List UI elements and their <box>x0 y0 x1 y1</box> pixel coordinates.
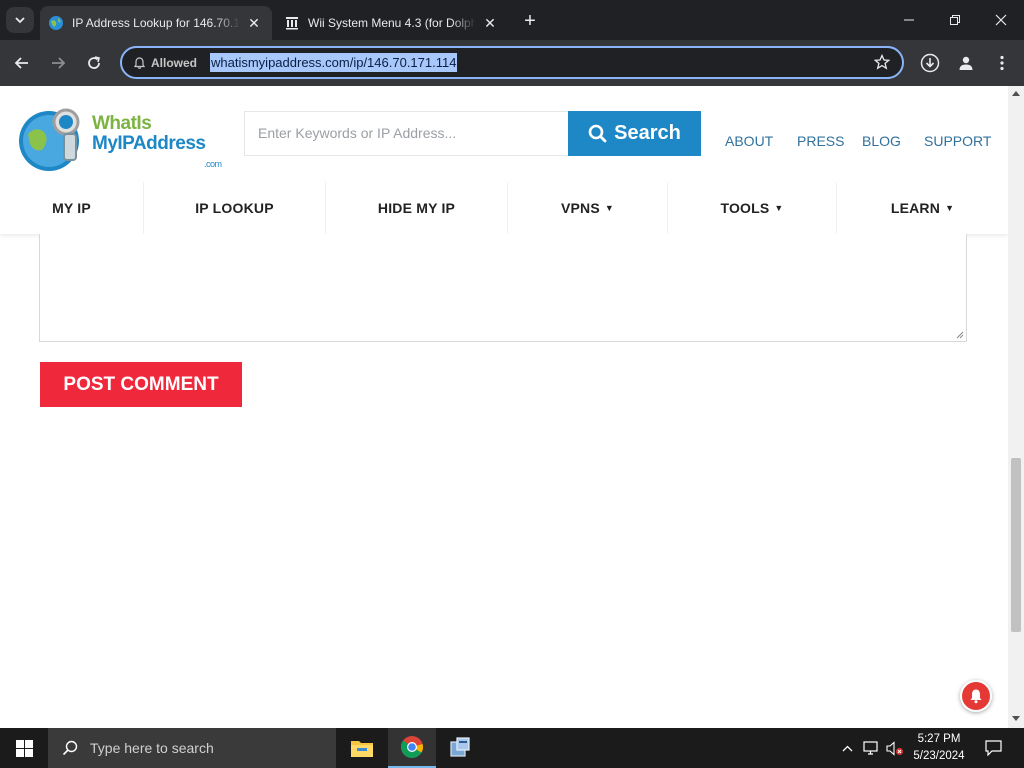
nav-hide-my-ip[interactable]: HIDE MY IP <box>326 182 508 234</box>
new-tab-button[interactable]: + <box>518 9 542 33</box>
tab-title: Wii System Menu 4.3 (for Dolphin) <box>308 16 476 30</box>
taskbar-file-explorer[interactable] <box>338 728 386 768</box>
volume-muted-icon[interactable] <box>884 728 906 768</box>
header-link-press[interactable]: PRESS <box>797 133 844 149</box>
downloads-button[interactable] <box>916 49 944 77</box>
tab-title: IP Address Lookup for 146.70.171.114 <box>72 16 240 30</box>
comment-textarea[interactable] <box>39 234 967 342</box>
search-button-label: Search <box>614 122 681 144</box>
profile-icon <box>959 56 973 70</box>
nav-label: MY IP <box>52 200 91 216</box>
nav-label: VPNS <box>560 200 600 216</box>
back-button[interactable] <box>8 49 36 77</box>
profile-button[interactable] <box>952 49 980 77</box>
scrollbar-thumb[interactable] <box>1011 458 1021 632</box>
clock-date: 5/23/2024 <box>913 750 965 762</box>
caret-down-icon: ▼ <box>945 203 955 213</box>
scroll-down-arrow-icon[interactable] <box>1012 716 1020 722</box>
header-link-about[interactable]: ABOUT <box>725 133 773 149</box>
header-link-support[interactable]: SUPPORT <box>924 133 991 149</box>
reload-button[interactable] <box>80 49 108 77</box>
windows-taskbar: Type here to search 5:27 PM 5/23/2024 <box>0 728 1024 768</box>
kebab-menu-icon <box>1000 55 1004 71</box>
taskbar-chrome[interactable] <box>388 728 436 768</box>
forward-arrow-icon <box>52 57 66 69</box>
logo-line-2: MyIPAddress <box>92 133 206 154</box>
tray-overflow-chevron-icon[interactable] <box>838 728 856 768</box>
site-search-button[interactable]: Search <box>568 111 701 156</box>
app-window-icon <box>450 737 470 757</box>
search-icon <box>62 740 78 756</box>
download-icon <box>920 53 940 73</box>
tab-search-button[interactable] <box>6 7 34 33</box>
nav-label: HIDE MY IP <box>377 200 456 216</box>
reload-icon <box>88 56 100 69</box>
clock-time: 5:27 PM <box>917 733 961 745</box>
nav-tools[interactable]: TOOLS ▼ <box>668 182 837 234</box>
site-header: WhatIs MyIPAddress .com Enter Keywords o… <box>0 86 1008 182</box>
tab-ip-lookup[interactable]: IP Address Lookup for 146.70.171.114 ✕ <box>40 6 272 40</box>
browser-toolbar: Allowed whatismyipaddress.com/ip/146.70.… <box>0 40 1024 86</box>
windows-logo-icon <box>15 739 33 757</box>
nav-my-ip[interactable]: MY IP <box>0 182 144 234</box>
back-arrow-icon <box>14 57 28 69</box>
archive-icon <box>284 15 300 31</box>
browser-tab-strip: IP Address Lookup for 146.70.171.114 ✕ W… <box>0 0 1024 40</box>
bell-icon <box>970 689 982 704</box>
forward-button[interactable] <box>44 49 72 77</box>
action-center-icon[interactable] <box>978 728 1008 768</box>
globe-icon <box>48 15 64 31</box>
caret-down-icon: ▼ <box>774 203 784 213</box>
restore-button[interactable] <box>932 0 978 40</box>
header-link-blog[interactable]: BLOG <box>862 133 901 149</box>
permission-label: Allowed <box>151 55 198 70</box>
nav-vpns[interactable]: VPNS ▼ <box>508 182 668 234</box>
logo-wordmark: WhatIs MyIPAddress .com <box>92 113 222 170</box>
close-tab-icon[interactable]: ✕ <box>244 13 264 33</box>
taskbar-clock[interactable]: 5:27 PM 5/23/2024 <box>906 731 972 765</box>
bell-icon <box>134 56 145 69</box>
chevron-down-icon <box>15 17 25 24</box>
nav-learn[interactable]: LEARN ▼ <box>837 182 1008 234</box>
folder-icon <box>351 741 373 757</box>
nav-label: LEARN <box>890 200 941 216</box>
scroll-up-arrow-icon[interactable] <box>1012 90 1020 96</box>
page-viewport: WhatIs MyIPAddress .com Enter Keywords o… <box>0 86 1024 728</box>
taskbar-app-3[interactable] <box>436 728 484 768</box>
notification-bell-button[interactable] <box>960 680 992 712</box>
minimize-button[interactable] <box>886 0 932 40</box>
tab-wii-system-menu[interactable]: Wii System Menu 4.3 (for Dolphin) ✕ <box>276 6 508 40</box>
close-window-button[interactable] <box>978 0 1024 40</box>
screen: IP Address Lookup for 146.70.171.114 ✕ W… <box>0 0 1024 768</box>
taskbar-search-placeholder: Type here to search <box>90 740 214 756</box>
search-icon <box>588 124 607 143</box>
nav-label: IP LOOKUP <box>195 200 274 216</box>
nav-label: TOOLS <box>720 200 770 216</box>
post-comment-button[interactable]: POST COMMENT <box>40 362 242 407</box>
address-bar[interactable]: Allowed whatismyipaddress.com/ip/146.70.… <box>120 46 904 79</box>
main-nav: MY IP IP LOOKUP HIDE MY IP VPNS ▼ TOOLS … <box>0 182 1008 234</box>
close-tab-icon[interactable]: ✕ <box>480 13 500 33</box>
url-text[interactable]: whatismyipaddress.com/ip/146.70.171.114 <box>210 53 458 72</box>
globe-magnifier-logo-icon <box>19 108 80 171</box>
bookmark-star-icon[interactable] <box>873 53 891 75</box>
site-search-input[interactable]: Enter Keywords or IP Address... <box>244 111 568 156</box>
logo-suffix: .com <box>204 159 222 169</box>
network-icon[interactable] <box>860 728 882 768</box>
chrome-icon <box>400 736 424 758</box>
site-permission-chip[interactable]: Allowed <box>128 52 205 73</box>
resize-grip-icon[interactable] <box>956 331 964 339</box>
caret-down-icon: ▼ <box>604 203 615 213</box>
start-button[interactable] <box>0 728 48 768</box>
logo-line-1: WhatIs <box>92 113 152 134</box>
site-logo[interactable]: WhatIs MyIPAddress .com <box>16 104 226 176</box>
page-scrollbar[interactable] <box>1008 86 1024 728</box>
nav-ip-lookup[interactable]: IP LOOKUP <box>144 182 326 234</box>
browser-menu-button[interactable] <box>988 49 1016 77</box>
taskbar-search[interactable]: Type here to search <box>48 728 336 768</box>
